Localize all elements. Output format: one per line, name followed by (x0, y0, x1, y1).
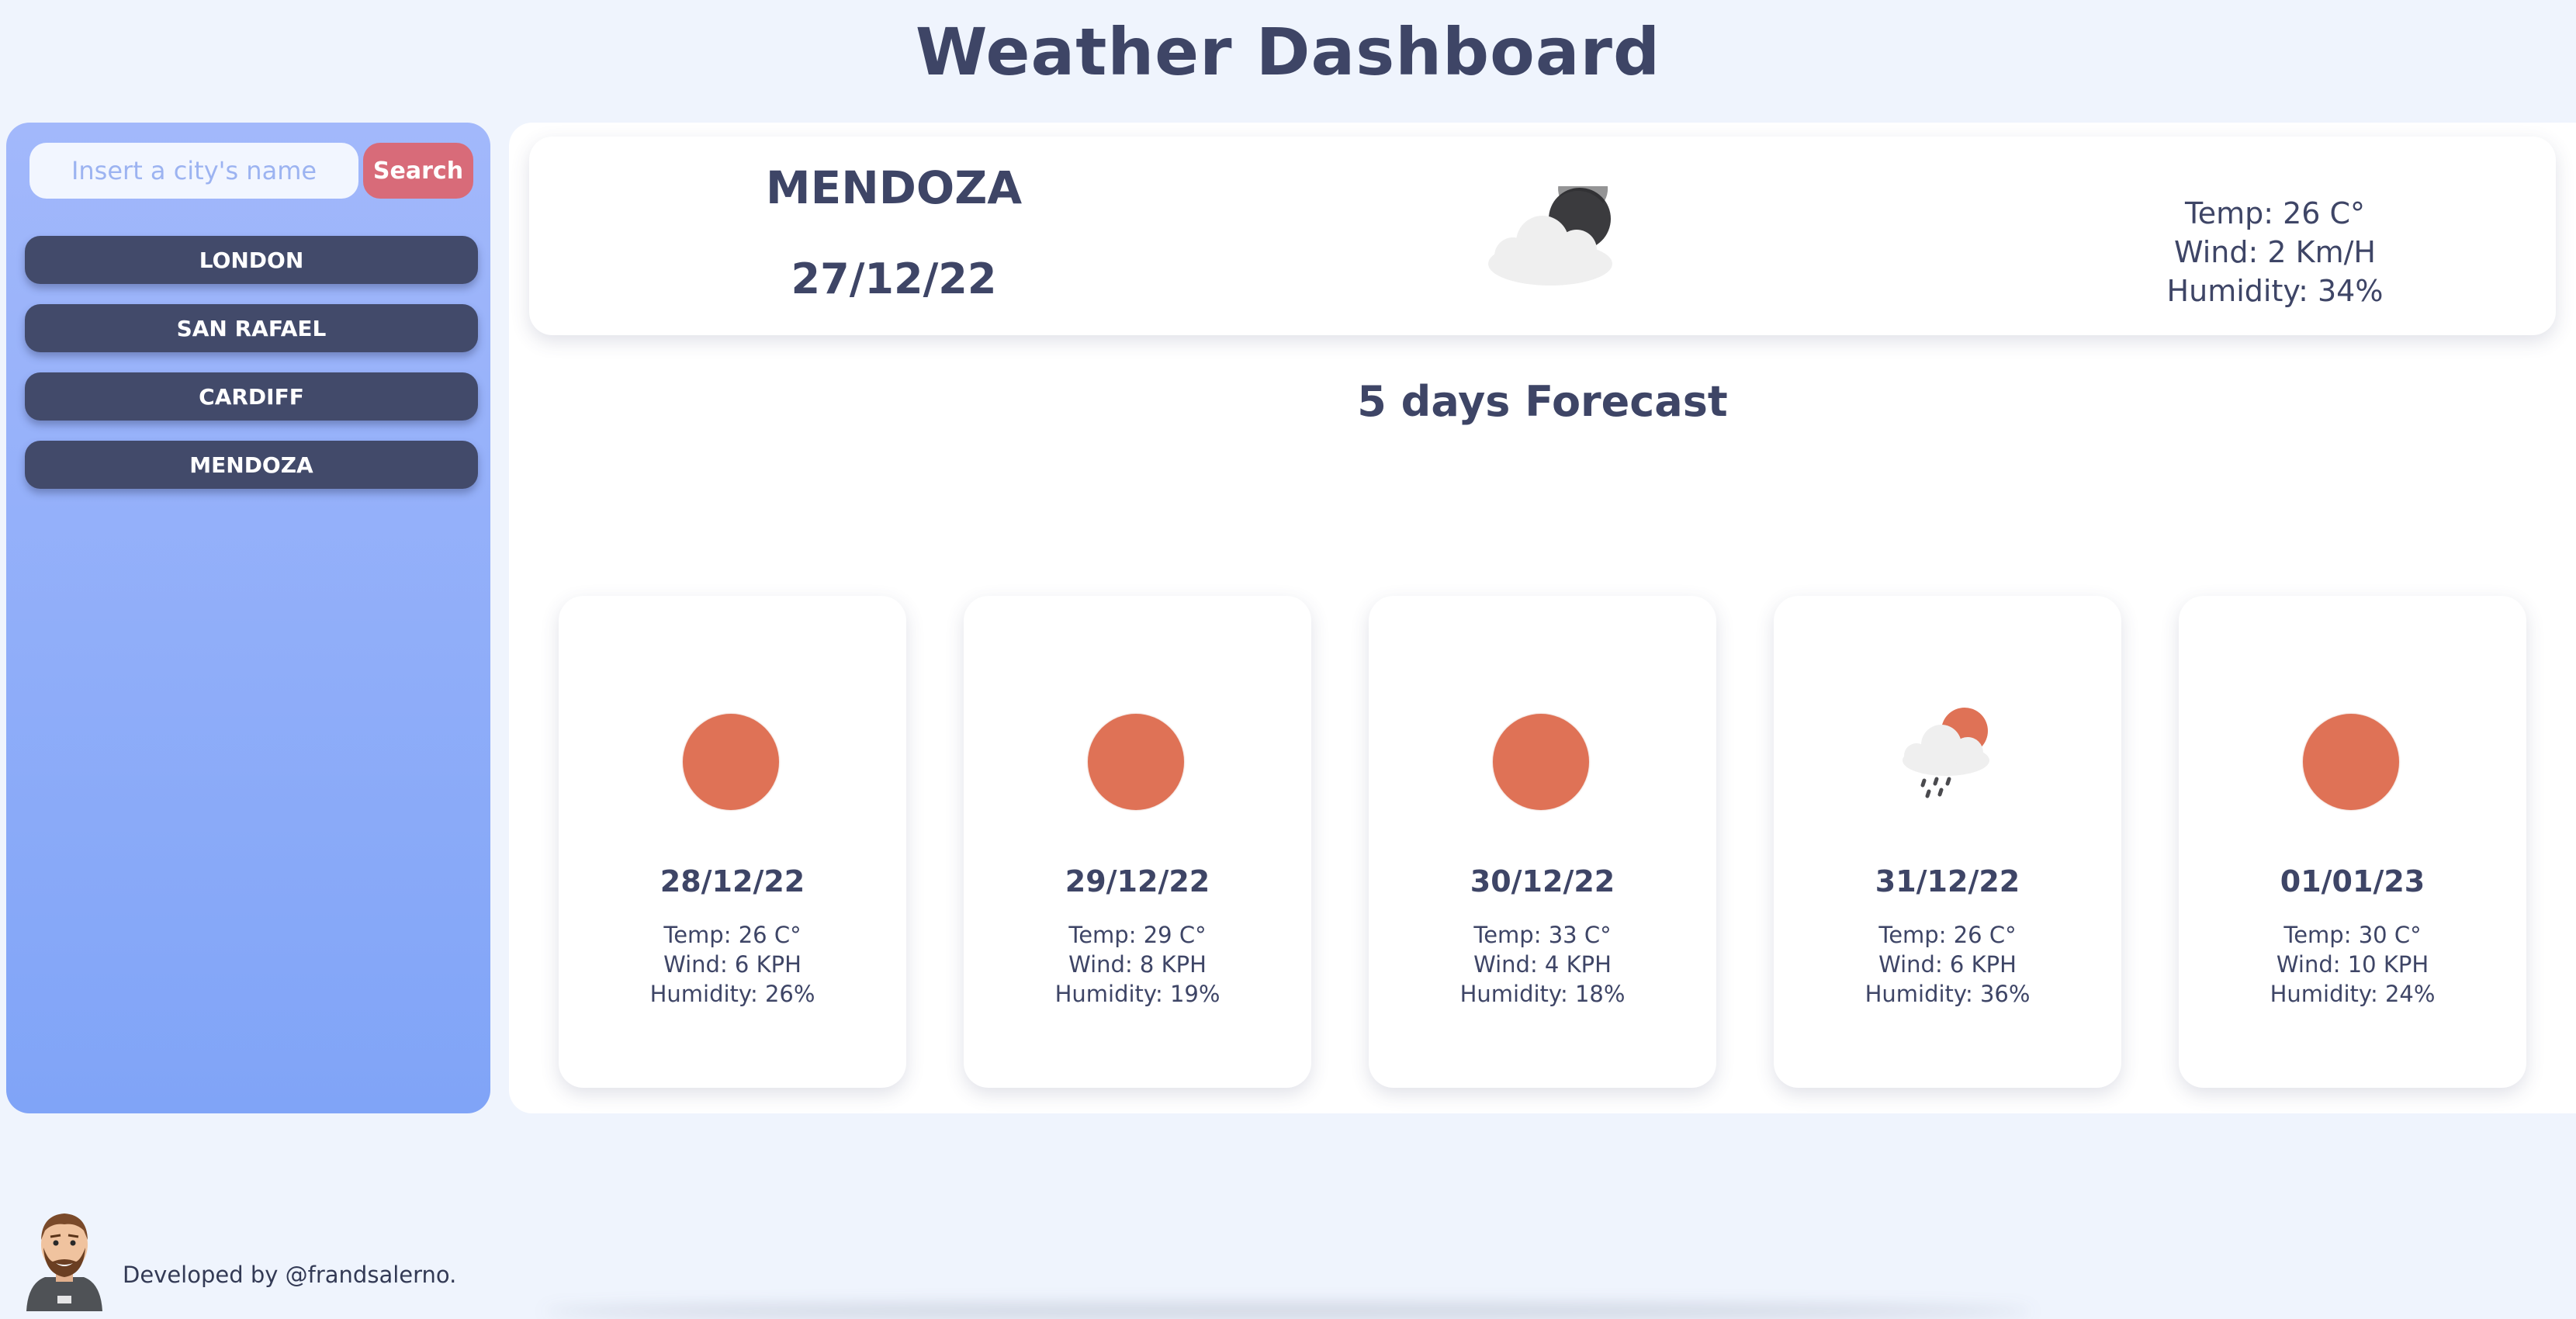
sidebar: Search LONDON SAN RAFAEL CARDIFF MENDOZA (6, 123, 490, 1113)
forecast-stats: Temp: 26 C° Wind: 6 KPH Humidity: 26% (559, 920, 906, 1009)
current-date: 27/12/22 (791, 254, 997, 303)
footer-shadow (543, 1303, 2033, 1319)
forecast-date: 28/12/22 (660, 864, 805, 898)
forecast-stats: Temp: 26 C° Wind: 6 KPH Humidity: 36% (1774, 920, 2121, 1009)
forecast-title: 5 days Forecast (1357, 377, 1728, 426)
forecast-date: 31/12/22 (1875, 864, 2020, 898)
forecast-humidity: Humidity: 36% (1864, 981, 2031, 1007)
forecast-temp: Temp: 30 C° (2283, 922, 2422, 948)
current-humidity: Humidity: 34% (2166, 274, 2384, 308)
main-panel: MENDOZA 27/12/22 Temp: 26 C° Wind: 2 Km/… (509, 123, 2576, 1113)
sun-icon (1088, 714, 1184, 810)
history-city-london[interactable]: LONDON (25, 236, 478, 284)
forecast-date: 29/12/22 (1065, 864, 1210, 898)
forecast-card: 31/12/22 Temp: 26 C° Wind: 6 KPH Humidit… (1774, 596, 2121, 1088)
search-input[interactable] (29, 143, 358, 199)
forecast-date: 01/01/23 (2280, 864, 2425, 898)
forecast-humidity: Humidity: 24% (2270, 981, 2436, 1007)
search-button[interactable]: Search (363, 143, 473, 199)
forecast-card: 28/12/22 Temp: 26 C° Wind: 6 KPH Humidit… (559, 596, 906, 1088)
current-city-name: MENDOZA (765, 161, 1023, 214)
forecast-humidity: Humidity: 19% (1054, 981, 1220, 1007)
footer-credit: Developed by @frandsalerno. (123, 1262, 457, 1288)
search-history-list: LONDON SAN RAFAEL CARDIFF MENDOZA (25, 236, 478, 509)
current-wind: Wind: 2 Km/H (2174, 235, 2376, 269)
page-title: Weather Dashboard (915, 14, 1661, 90)
current-weather-stats: Temp: 26 C° Wind: 2 Km/H Humidity: 34% (2096, 194, 2453, 310)
forecast-card: 29/12/22 Temp: 29 C° Wind: 8 KPH Humidit… (964, 596, 1311, 1088)
sun-icon (1493, 714, 1589, 810)
partly-cloudy-night-icon (1488, 186, 1612, 286)
forecast-wind: Wind: 6 KPH (663, 951, 802, 978)
history-city-cardiff[interactable]: CARDIFF (25, 372, 478, 421)
rain-sun-cloud-icon (1903, 708, 1989, 798)
forecast-wind: Wind: 6 KPH (1878, 951, 2017, 978)
forecast-humidity: Humidity: 18% (1459, 981, 1626, 1007)
forecast-wind: Wind: 8 KPH (1068, 951, 1207, 978)
forecast-card: 30/12/22 Temp: 33 C° Wind: 4 KPH Humidit… (1369, 596, 1716, 1088)
forecast-humidity: Humidity: 26% (649, 981, 815, 1007)
forecast-temp: Temp: 29 C° (1068, 922, 1207, 948)
developer-avatar (26, 1213, 102, 1311)
current-weather-card: MENDOZA 27/12/22 Temp: 26 C° Wind: 2 Km/… (529, 137, 2556, 335)
forecast-temp: Temp: 33 C° (1473, 922, 1612, 948)
forecast-date: 30/12/22 (1470, 864, 1615, 898)
history-city-san-rafael[interactable]: SAN RAFAEL (25, 304, 478, 352)
current-temp: Temp: 26 C° (2184, 196, 2366, 230)
forecast-wind: Wind: 4 KPH (1473, 951, 1612, 978)
forecast-temp: Temp: 26 C° (1878, 922, 2017, 948)
forecast-stats: Temp: 33 C° Wind: 4 KPH Humidity: 18% (1369, 920, 1716, 1009)
forecast-stats: Temp: 30 C° Wind: 10 KPH Humidity: 24% (2179, 920, 2526, 1009)
forecast-temp: Temp: 26 C° (663, 922, 802, 948)
sun-icon (683, 714, 779, 810)
forecast-card: 01/01/23 Temp: 30 C° Wind: 10 KPH Humidi… (2179, 596, 2526, 1088)
forecast-wind: Wind: 10 KPH (2276, 951, 2429, 978)
forecast-stats: Temp: 29 C° Wind: 8 KPH Humidity: 19% (964, 920, 1311, 1009)
sun-icon (2303, 714, 2399, 810)
history-city-mendoza[interactable]: MENDOZA (25, 441, 478, 489)
